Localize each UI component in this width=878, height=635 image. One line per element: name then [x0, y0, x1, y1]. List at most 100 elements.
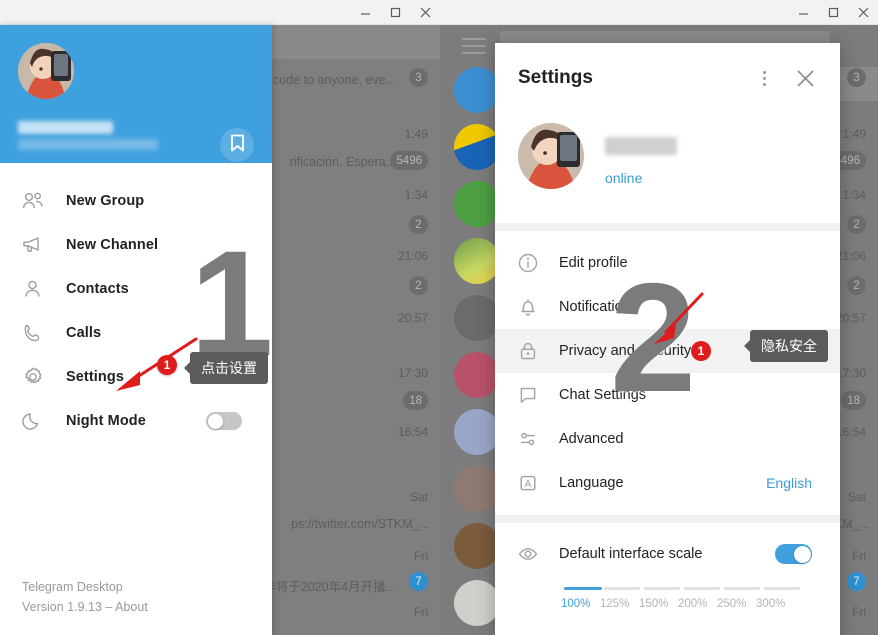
settings-item-label: Language [559, 475, 624, 491]
interface-scale-row: Default interface scale [517, 537, 840, 571]
avatar[interactable] [518, 123, 584, 189]
menu-item-night-mode[interactable]: Night Mode [0, 399, 272, 443]
menu-item-label: Contacts [66, 281, 129, 297]
slider-fill [564, 587, 602, 590]
settings-title: Settings [518, 67, 593, 88]
step-number-2: 2 [610, 251, 697, 424]
scale-option-125[interactable]: 125% [600, 598, 639, 610]
chat-time: 1:34 [404, 188, 428, 202]
svg-text:A: A [525, 479, 532, 490]
chat-unread-badge: 18 [841, 391, 866, 410]
left-window-body: code to anyone, eve... 3 1:49 rificación… [0, 25, 440, 635]
settings-header: Settings [495, 43, 840, 115]
chat-time: Fri [852, 549, 866, 563]
chat-time: 20:57 [397, 311, 428, 325]
menu-footer: Telegram Desktop Version 1.9.13 – About [22, 577, 148, 617]
chat-list-left[interactable]: code to anyone, eve... 3 1:49 rificación… [270, 25, 440, 635]
chat-unread-badge: 3 [409, 68, 428, 87]
interface-scale-label: Default interface scale [559, 546, 703, 562]
callout-tooltip-settings: 点击设置 [190, 352, 268, 384]
chat-preview: 作将于2020年4月开播... [270, 580, 396, 594]
chat-unread-badge: 7 [847, 572, 866, 591]
settings-item-language[interactable]: A Language English [495, 461, 840, 505]
avatar[interactable] [18, 43, 74, 99]
maximize-button[interactable] [380, 0, 410, 25]
interface-scale-section: Default interface scale 100% 125% 150% 2… [495, 523, 840, 610]
settings-profile: online [495, 115, 840, 223]
group-icon [22, 191, 52, 211]
chat-unread-badge: 2 [409, 215, 428, 234]
scale-option-250[interactable]: 250% [717, 598, 756, 610]
person-icon [22, 279, 52, 299]
titlebar-left [0, 0, 440, 25]
language-a-icon: A [517, 472, 549, 494]
chat-time: 1:34 [842, 188, 866, 202]
screen-root: code to anyone, eve... 3 1:49 rificación… [0, 0, 878, 635]
lock-icon [517, 340, 549, 362]
app-name: Telegram Desktop [22, 580, 123, 594]
scale-option-200[interactable]: 200% [678, 598, 717, 610]
chat-time: 1:49 [404, 127, 428, 141]
close-button[interactable] [848, 0, 878, 25]
slider-segment [764, 587, 800, 590]
menu-item-label: Calls [66, 325, 102, 341]
chat-time: Fri [852, 605, 866, 619]
moon-icon [22, 411, 52, 431]
eye-icon [517, 543, 549, 565]
close-icon[interactable] [792, 65, 818, 91]
chat-time: 21:06 [397, 249, 428, 263]
maximize-button[interactable] [818, 0, 848, 25]
chat-bubble-icon [517, 384, 549, 406]
slider-segment [684, 587, 720, 590]
divider [495, 223, 840, 231]
scale-option-150[interactable]: 150% [639, 598, 678, 610]
close-button[interactable] [410, 0, 440, 25]
menu-item-label: New Group [66, 193, 145, 209]
chat-unread-badge: 7 [409, 572, 428, 591]
chat-time: 20:57 [835, 311, 866, 325]
chat-unread-badge: 2 [409, 276, 428, 295]
settings-item-label: Advanced [559, 431, 624, 447]
chat-preview: ps://twitter.com/STKM_... [291, 517, 430, 531]
chat-time: Fri [414, 549, 428, 563]
interface-scale-slider[interactable] [564, 587, 815, 590]
chat-list-top-card [270, 25, 440, 59]
chat-unread-badge: 5496 [390, 151, 428, 170]
chat-unread-badge: 18 [403, 391, 428, 410]
profile-phone-redacted [18, 139, 158, 150]
chat-unread-badge: 2 [847, 276, 866, 295]
scale-option-300[interactable]: 300% [756, 598, 795, 610]
gear-icon [22, 366, 52, 388]
more-vertical-icon[interactable] [751, 65, 777, 91]
chat-time: 1:49 [842, 127, 866, 141]
chat-time: Sat [409, 490, 428, 504]
chat-time: Fri [414, 605, 428, 619]
callout-badge-1: 1 [157, 355, 177, 375]
bookmark-icon [230, 134, 245, 157]
chat-time: 16:54 [397, 425, 428, 439]
chat-preview: code to anyone, eve... [272, 73, 396, 87]
night-mode-toggle[interactable] [206, 412, 242, 430]
interface-scale-options: 100% 125% 150% 200% 250% 300% [561, 598, 822, 610]
menu-header [0, 25, 272, 163]
slider-segment [604, 587, 640, 590]
chat-preview: rificación. Espera... [289, 155, 396, 169]
scale-option-100[interactable]: 100% [561, 598, 600, 610]
app-version[interactable]: Version 1.9.13 – About [22, 597, 148, 617]
sliders-icon [517, 428, 549, 450]
menu-item-new-group[interactable]: New Group [0, 179, 272, 223]
chat-unread-badge: 2 [847, 215, 866, 234]
right-window-body: e... 3 1:49 5496 1:34 2 21:06 2 20:57 17… [440, 25, 878, 635]
chat-time: 21:06 [835, 249, 866, 263]
saved-messages-button[interactable] [220, 128, 254, 162]
menu-item-label: Night Mode [66, 413, 146, 429]
menu-item-label: Settings [66, 369, 124, 385]
settings-item-value-language[interactable]: English [766, 475, 812, 491]
toggle-knob [207, 413, 223, 429]
minimize-button[interactable] [350, 0, 380, 25]
megaphone-icon [22, 235, 52, 255]
info-icon [517, 252, 549, 274]
interface-scale-toggle[interactable] [775, 544, 812, 564]
phone-icon [22, 323, 52, 343]
minimize-button[interactable] [788, 0, 818, 25]
